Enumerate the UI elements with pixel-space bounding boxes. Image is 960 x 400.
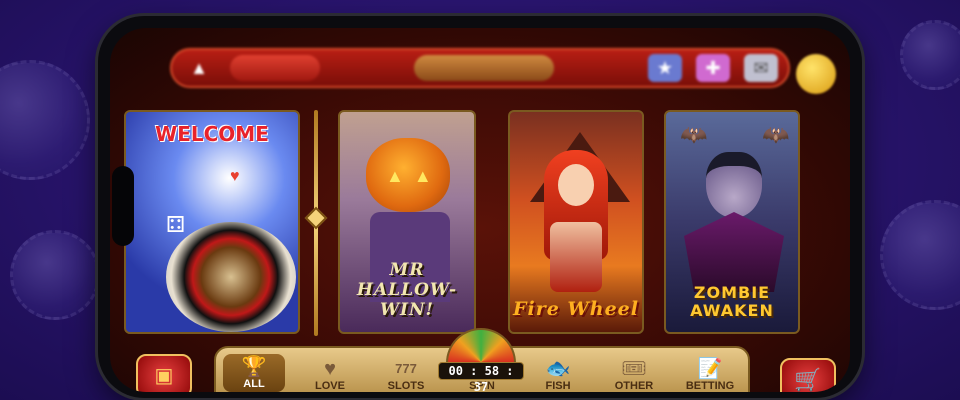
background-chip <box>900 20 960 90</box>
nav-label: ALL <box>243 378 265 390</box>
vampire-cape <box>684 212 784 292</box>
home-icon[interactable]: ▲ <box>182 54 216 82</box>
mail-icon[interactable]: ✉ <box>744 54 778 82</box>
shopping-cart-icon: 🛒 <box>794 367 822 392</box>
camera-notch <box>112 166 134 246</box>
game-card-mr-hallow-win[interactable]: ▲▲ MR HALLOW-WIN! <box>338 110 476 334</box>
nav-label: FISH <box>545 380 571 392</box>
trophy-icon: 🏆 <box>241 356 267 378</box>
shop-cart-button[interactable]: 🛒 <box>780 358 836 392</box>
fish-icon: 🐟 <box>545 358 571 380</box>
heart-icon: ♥ <box>230 168 240 185</box>
slots-icon: 777 <box>395 361 417 376</box>
nav-label: BETTING <box>685 380 735 392</box>
nav-item-slots[interactable]: 777 SLOTS <box>375 358 437 392</box>
vampire-head <box>706 152 762 218</box>
pumpkin-face: ▲▲ <box>386 166 442 186</box>
coin-icon[interactable] <box>796 54 836 94</box>
bat-icon: 🦇 <box>762 122 790 147</box>
trophy-icon[interactable]: ★ <box>648 54 682 82</box>
lobby-logo <box>414 55 554 81</box>
card-title: MR HALLOW-WIN! <box>356 260 458 320</box>
card-title: WELCOME <box>155 122 269 146</box>
game-card-fire-wheel[interactable]: Fire Wheel <box>508 110 644 334</box>
character-face <box>558 164 594 206</box>
dice-icon: ⚃ <box>166 212 186 237</box>
divider-gem <box>304 206 328 230</box>
spin-countdown-timer: 00 : 58 : 37 <box>438 362 524 392</box>
nav-label: SLOTS <box>387 380 425 392</box>
nav-label: OTHER <box>614 380 654 392</box>
nav-item-fish[interactable]: 🐟 FISH <box>527 358 589 392</box>
bat-icon: 🦇 <box>680 122 708 147</box>
betting-slip-icon: 📝 <box>697 358 723 380</box>
game-card-welcome[interactable]: WELCOME ⚃ ♥ <box>124 110 300 334</box>
game-lobby-screen: ▲ ★ ✚ ✉ WELCOME ⚃ ♥ ▲▲ MR HALLOW-WIN! Fi… <box>110 28 850 392</box>
user-balance-pill[interactable] <box>230 55 320 81</box>
game-cards: WELCOME ⚃ ♥ ▲▲ MR HALLOW-WIN! Fire Wheel <box>124 110 824 336</box>
character-body <box>550 222 602 292</box>
card-title: ZOMBIE AWAKEN <box>690 283 774 320</box>
game-card-zombie-awaken[interactable]: 🦇 🦇 ZOMBIE AWAKEN <box>664 110 800 334</box>
heart-icon: ♥ <box>324 358 336 380</box>
card-title: Fire Wheel <box>513 298 639 320</box>
phone-frame: ▲ ★ ✚ ✉ WELCOME ⚃ ♥ ▲▲ MR HALLOW-WIN! Fi… <box>98 16 862 398</box>
nav-item-all[interactable]: 🏆 ALL <box>223 354 285 392</box>
nav-item-other[interactable]: 🎟 OTHER <box>603 358 665 392</box>
nav-item-love[interactable]: ♥ LOVE <box>299 358 361 392</box>
nav-item-betting[interactable]: 📝 BETTING <box>679 358 741 392</box>
background-chip <box>0 60 90 180</box>
promo-button-left[interactable]: ▣ <box>136 354 192 392</box>
cash-register-icon: ▣ <box>154 365 174 387</box>
nav-label: LOVE <box>315 380 345 392</box>
roulette-wheel-icon <box>166 222 296 332</box>
background-chip <box>880 200 960 310</box>
background-chip <box>10 230 100 320</box>
top-bar: ▲ ★ ✚ ✉ <box>170 48 790 88</box>
ticket-icon: 🎟 <box>621 358 647 380</box>
gift-icon[interactable]: ✚ <box>696 54 730 82</box>
